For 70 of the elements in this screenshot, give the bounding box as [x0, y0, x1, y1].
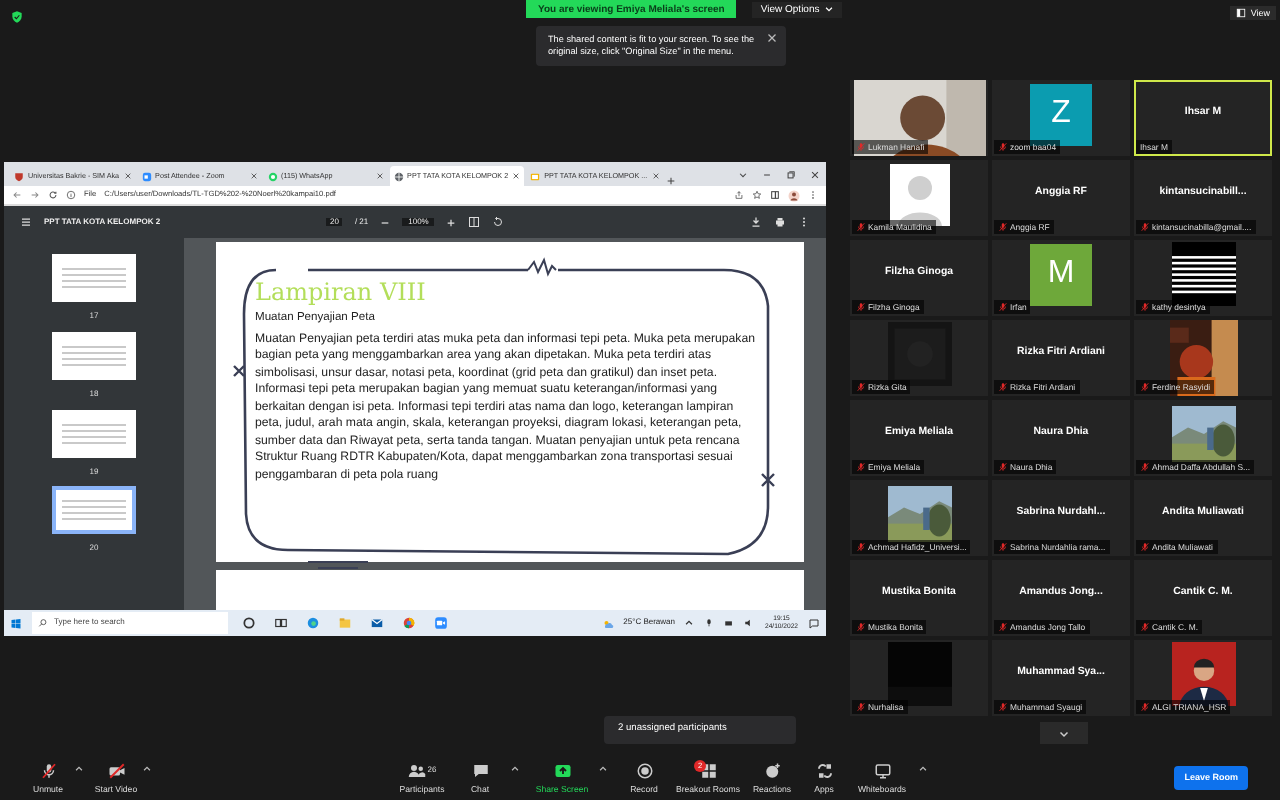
close-icon[interactable] — [249, 172, 258, 180]
avatar-initial: M — [1030, 243, 1092, 305]
avatar-initial: Z — [1030, 83, 1092, 145]
search-icon — [38, 618, 48, 628]
reload-icon[interactable] — [48, 190, 58, 200]
chrome-icon[interactable] — [402, 616, 416, 630]
caret-icon[interactable] — [142, 764, 152, 775]
notifications-icon[interactable] — [808, 617, 820, 629]
close-icon[interactable] — [810, 170, 820, 180]
caret-icon[interactable] — [598, 764, 608, 775]
close-icon[interactable] — [766, 32, 778, 44]
layout-icon — [1236, 8, 1247, 19]
fit-page-icon[interactable] — [468, 216, 481, 228]
close-icon[interactable] — [123, 172, 132, 180]
caret-icon — [823, 4, 834, 14]
restore-icon[interactable] — [786, 170, 796, 180]
tab-favicon-icon — [267, 171, 278, 181]
zoom-app-icon[interactable] — [434, 616, 448, 630]
cortana-icon[interactable] — [242, 616, 256, 630]
weather-icon — [601, 617, 614, 629]
print-icon[interactable] — [774, 216, 786, 228]
tray-expand-icon[interactable] — [684, 618, 695, 628]
rotate-icon[interactable] — [492, 216, 505, 228]
tab-favicon-icon — [14, 171, 24, 181]
share-icon — [553, 761, 571, 780]
browser-icon[interactable] — [306, 616, 320, 630]
caret-icon[interactable] — [918, 764, 928, 775]
tab-favicon-icon — [393, 171, 404, 181]
share-icon[interactable] — [734, 190, 744, 200]
close-icon[interactable] — [512, 172, 521, 180]
caret-icon[interactable] — [74, 764, 84, 775]
tab-search-icon[interactable] — [738, 170, 748, 180]
mail-icon[interactable] — [370, 616, 384, 630]
participants-icon — [407, 761, 426, 780]
side-panel-icon[interactable] — [770, 190, 780, 200]
zoom-out-icon[interactable] — [380, 217, 391, 227]
speaker-icon[interactable] — [744, 618, 755, 628]
forward-icon[interactable] — [30, 190, 40, 200]
chevron-down-icon — [1057, 727, 1069, 739]
profile-avatar-icon[interactable] — [788, 189, 800, 201]
page-thumbnail[interactable] — [52, 486, 136, 535]
zoom-in-icon[interactable] — [446, 217, 457, 227]
whiteboard-icon — [873, 761, 891, 780]
security-shield-icon[interactable] — [10, 10, 24, 24]
caret-icon[interactable] — [510, 764, 520, 775]
slide-title: Lampiran VIII — [255, 280, 428, 304]
page-thumbnail[interactable] — [52, 254, 136, 302]
tab-favicon-icon — [530, 171, 541, 181]
record-icon — [635, 761, 653, 780]
default-avatar-icon — [889, 163, 949, 225]
page-thumbnail[interactable] — [52, 409, 136, 458]
back-icon[interactable] — [12, 190, 22, 200]
tab-favicon-icon — [141, 171, 152, 181]
next-page-button[interactable] — [1039, 722, 1087, 744]
reactions-icon — [763, 761, 781, 780]
new-tab-icon[interactable] — [665, 176, 676, 186]
info-icon[interactable] — [66, 190, 76, 200]
chat-icon — [471, 761, 489, 780]
apps-icon — [815, 761, 833, 780]
menu-icon[interactable] — [20, 216, 32, 228]
mic-icon — [39, 761, 57, 780]
start-icon[interactable] — [10, 617, 22, 629]
star-icon[interactable] — [752, 190, 762, 200]
page-thumbnail[interactable] — [52, 331, 136, 380]
video-icon — [107, 761, 125, 780]
task-view-icon[interactable] — [274, 616, 288, 630]
download-icon[interactable] — [750, 216, 762, 228]
network-icon[interactable] — [724, 618, 735, 628]
close-icon[interactable] — [375, 172, 384, 180]
close-icon[interactable] — [651, 172, 660, 180]
